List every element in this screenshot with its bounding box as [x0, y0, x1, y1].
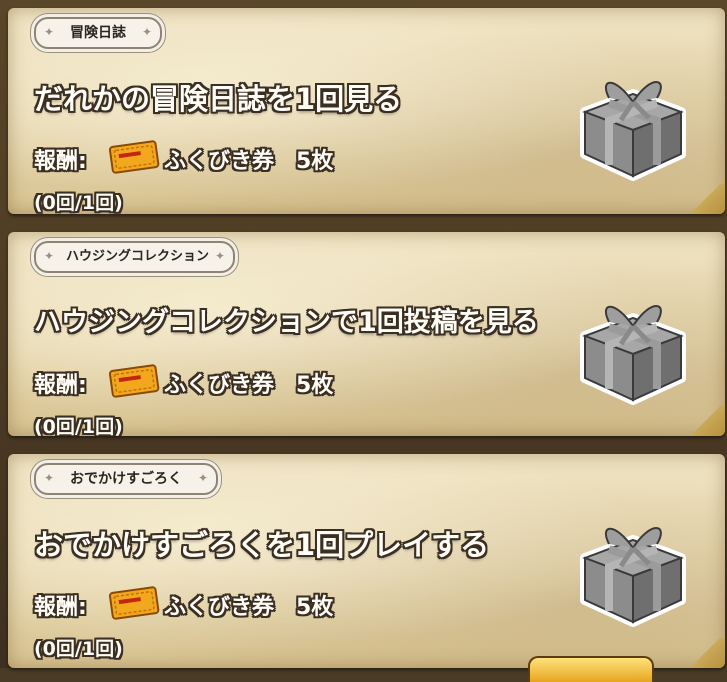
reward-text: ふくびき券 5枚	[164, 373, 334, 398]
bottom-tab-button[interactable]	[528, 656, 654, 682]
ornament-icon: ✦	[43, 249, 55, 263]
reward-text: ふくびき券 5枚	[164, 595, 334, 620]
mission-card[interactable]: ✦ 冒険日誌 ✦ だれかの冒険日誌を1回見る 報酬: ふくびき券 5枚 (0回/…	[8, 8, 725, 214]
mission-title: だれかの冒険日誌を1回見る	[34, 82, 403, 116]
progress-text: (0回/1回)	[34, 192, 123, 214]
reward-text: ふくびき券 5枚	[164, 149, 334, 174]
mission-title: ハウジングコレクションで1回投稿を見る	[34, 307, 539, 338]
category-label: 冒険日誌	[70, 25, 126, 41]
ornament-icon: ✦	[43, 471, 55, 485]
ornament-icon: ✦	[141, 25, 153, 39]
category-tag: ✦ おでかけすごろく ✦	[34, 463, 218, 495]
mission-card[interactable]: ✦ ハウジングコレクション ✦ ハウジングコレクションで1回投稿を見る 報酬: …	[8, 232, 725, 436]
reward-label: 報酬:	[34, 149, 87, 174]
mission-card[interactable]: ✦ おでかけすごろく ✦ おでかけすごろくを1回プレイする 報酬: ふくびき券 …	[8, 454, 725, 668]
ornament-icon: ✦	[214, 249, 226, 263]
gift-box-icon	[580, 305, 686, 405]
ornament-icon: ✦	[43, 25, 55, 39]
reward-label: 報酬:	[34, 595, 87, 620]
lottery-ticket-icon	[108, 364, 160, 398]
category-label: おでかけすごろく	[70, 471, 182, 487]
mission-list: ✦ 冒険日誌 ✦ だれかの冒険日誌を1回見る 報酬: ふくびき券 5枚 (0回/…	[0, 0, 727, 682]
reward-label: 報酬:	[34, 373, 87, 398]
category-label: ハウジングコレクション	[66, 249, 210, 264]
category-tag: ✦ 冒険日誌 ✦	[34, 17, 162, 49]
lottery-ticket-icon	[108, 140, 160, 174]
category-tag: ✦ ハウジングコレクション ✦	[34, 241, 236, 273]
gift-box-icon	[580, 527, 686, 627]
lottery-ticket-icon	[108, 586, 160, 620]
gift-box-icon	[580, 81, 686, 181]
ornament-icon: ✦	[197, 471, 209, 485]
mission-title: おでかけすごろくを1回プレイする	[34, 528, 490, 562]
progress-text: (0回/1回)	[34, 638, 123, 660]
progress-text: (0回/1回)	[34, 416, 123, 436]
